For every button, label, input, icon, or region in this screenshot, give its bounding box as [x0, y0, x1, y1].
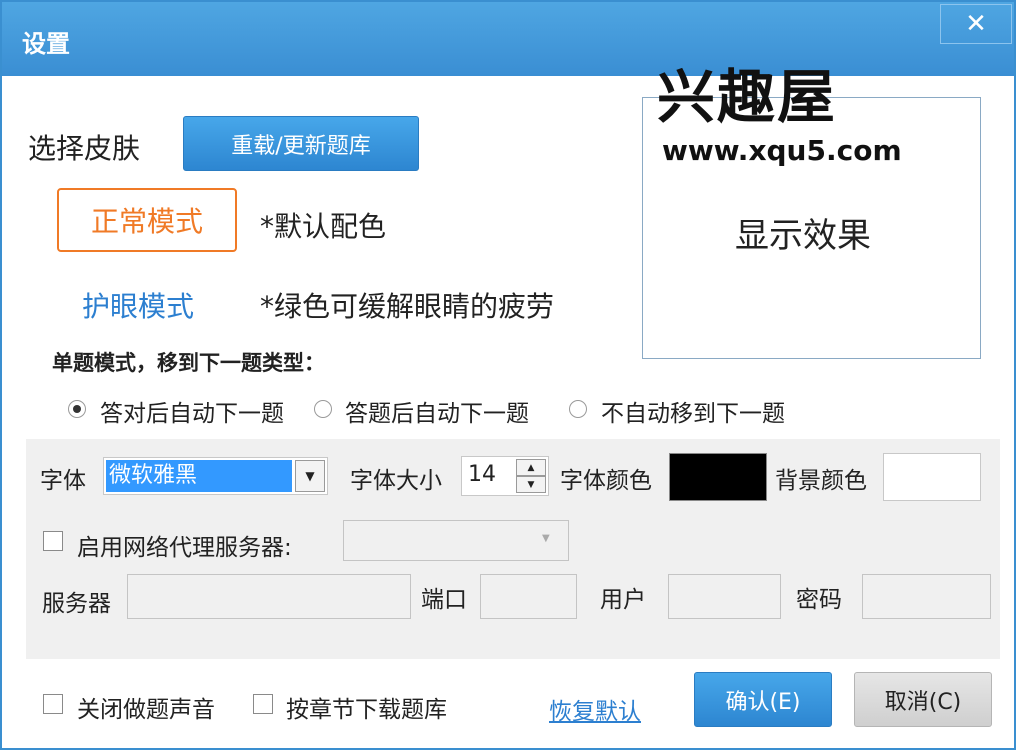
port-input[interactable]	[480, 574, 577, 619]
background-color-label: 背景颜色	[775, 468, 867, 494]
font-color-swatch[interactable]	[669, 453, 767, 501]
server-label: 服务器	[42, 591, 111, 617]
normal-mode-description: *默认配色	[260, 210, 387, 243]
close-icon: ✕	[965, 9, 987, 39]
font-color-label: 字体颜色	[560, 468, 652, 494]
skin-label: 选择皮肤	[28, 132, 141, 165]
font-size-value: 14	[468, 462, 496, 487]
radio-next-after-correct[interactable]	[68, 400, 86, 418]
dialog-title: 设置	[22, 30, 70, 58]
radio-next-after-answer[interactable]	[314, 400, 332, 418]
mute-sound-label: 关闭做题声音	[77, 697, 215, 723]
close-button[interactable]: ✕	[940, 4, 1012, 44]
font-select[interactable]: 微软雅黑 ▼	[103, 457, 328, 495]
site-logo-url: www.xqu5.com	[662, 134, 902, 167]
restore-defaults-link[interactable]: 恢复默认	[549, 692, 641, 726]
preview-text: 显示效果	[735, 216, 871, 256]
reload-question-bank-button[interactable]: 重载/更新题库	[183, 116, 419, 171]
enable-proxy-checkbox[interactable]	[43, 531, 63, 551]
radio-label-next-after-answer: 答题后自动下一题	[345, 401, 529, 427]
ok-button[interactable]: 确认(E)	[694, 672, 832, 727]
user-input[interactable]	[668, 574, 781, 619]
cancel-button[interactable]: 取消(C)	[854, 672, 992, 727]
font-select-value: 微软雅黑	[106, 460, 292, 492]
title-bar: 设置 ✕	[2, 2, 1014, 76]
spin-down-icon[interactable]: ▼	[516, 476, 546, 493]
mute-sound-checkbox[interactable]	[43, 694, 63, 714]
port-label: 端口	[421, 587, 467, 613]
normal-mode-button[interactable]: 正常模式	[57, 188, 237, 252]
password-input[interactable]	[862, 574, 991, 619]
settings-dialog: 设置 ✕ 选择皮肤 重载/更新题库 正常模式 *默认配色 护眼模式 *绿色可缓解…	[0, 0, 1016, 750]
site-logo: 兴趣屋	[657, 63, 838, 131]
eye-care-mode-description: *绿色可缓解眼睛的疲劳	[260, 290, 555, 323]
single-mode-heading: 单题模式，移到下一题类型：	[52, 351, 325, 375]
radio-no-auto-next[interactable]	[569, 400, 587, 418]
font-size-stepper[interactable]: 14 ▲ ▼	[461, 456, 549, 496]
eye-care-mode-button[interactable]: 护眼模式	[82, 285, 194, 325]
chevron-down-icon: ▼	[542, 533, 550, 544]
chapter-download-label: 按章节下载题库	[286, 697, 447, 723]
chevron-down-icon[interactable]: ▼	[295, 460, 325, 492]
font-size-label: 字体大小	[350, 468, 442, 494]
enable-proxy-label: 启用网络代理服务器:	[77, 535, 292, 561]
user-label: 用户	[600, 587, 646, 613]
spin-up-icon[interactable]: ▲	[516, 459, 546, 476]
server-input[interactable]	[127, 574, 411, 619]
password-label: 密码	[796, 587, 842, 613]
background-color-swatch[interactable]	[883, 453, 981, 501]
font-label: 字体	[40, 468, 86, 494]
proxy-type-select[interactable]: ▼	[343, 520, 569, 561]
radio-label-next-after-correct: 答对后自动下一题	[100, 401, 284, 427]
radio-label-no-auto-next: 不自动移到下一题	[601, 401, 785, 427]
chapter-download-checkbox[interactable]	[253, 694, 273, 714]
